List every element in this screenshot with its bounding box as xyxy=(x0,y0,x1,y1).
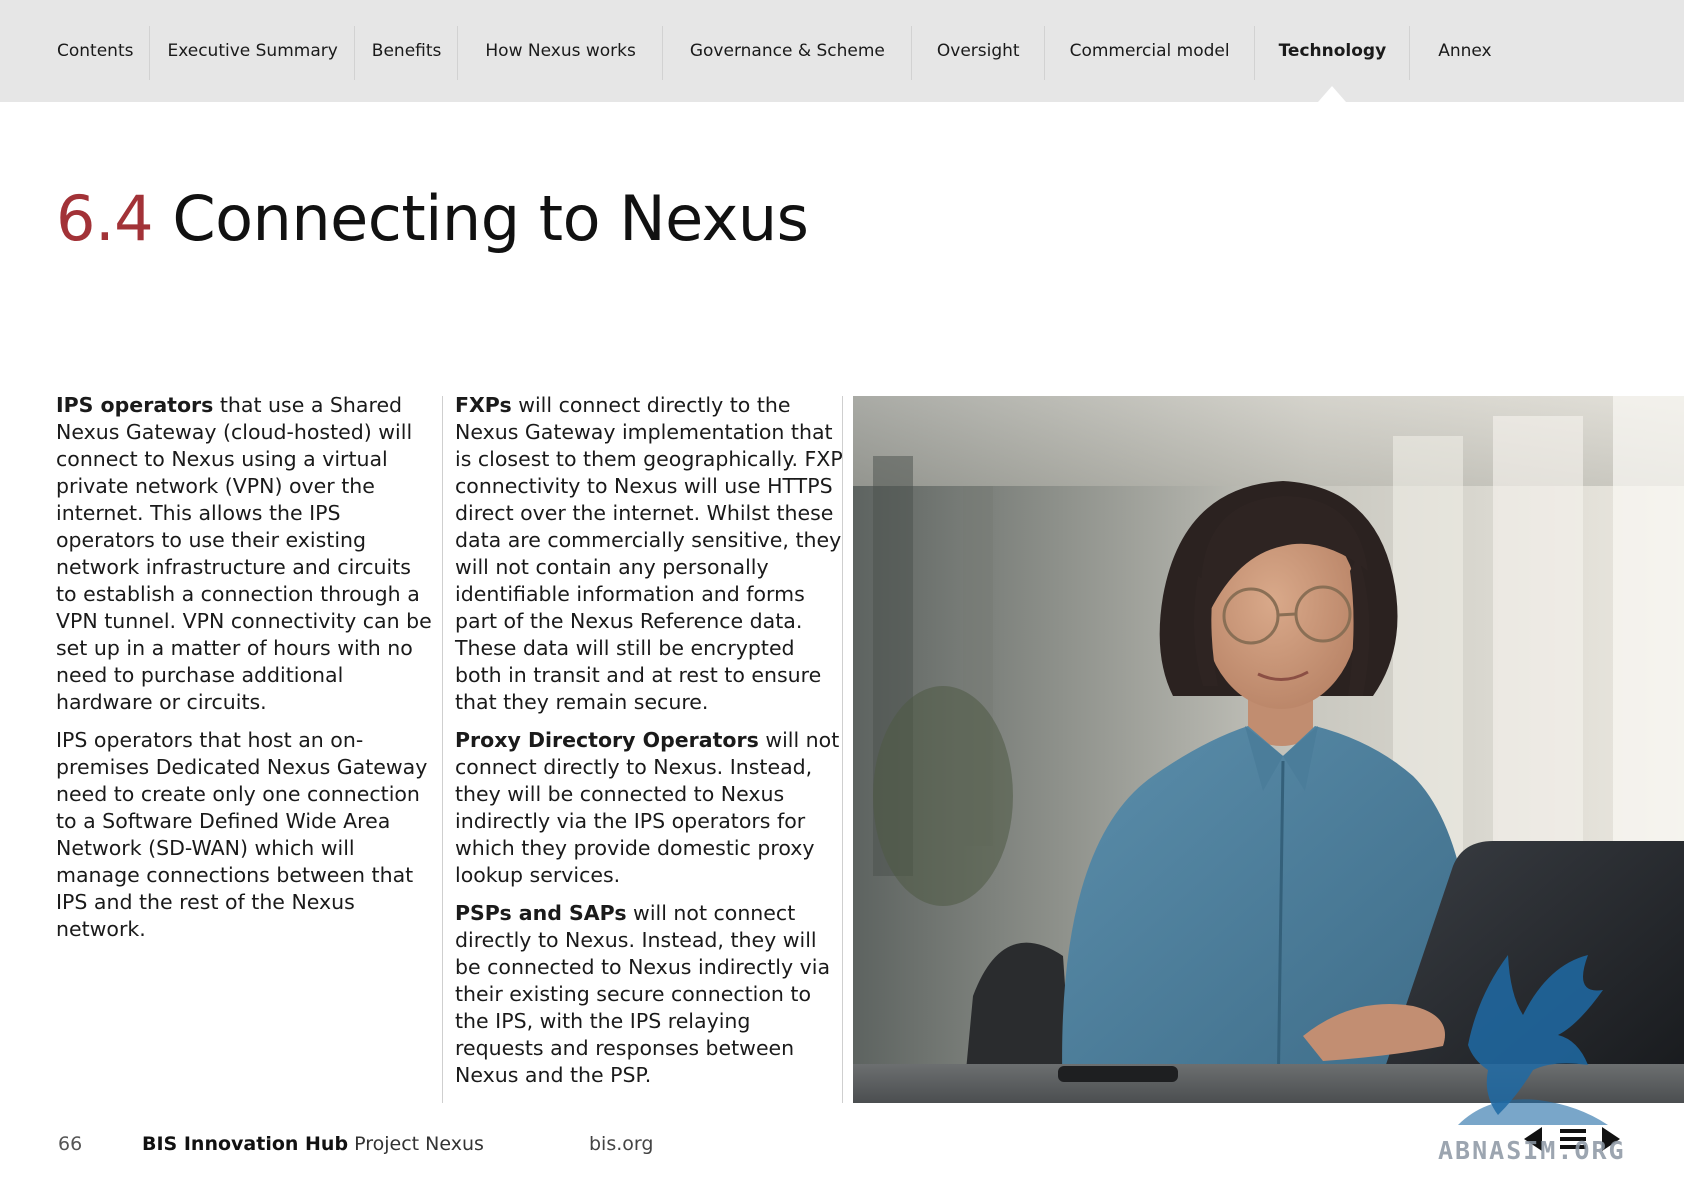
section-title: Connecting to Nexus xyxy=(172,182,809,255)
nav-item-label: Contents xyxy=(57,41,134,61)
term-ips-operators: IPS operators xyxy=(56,393,214,417)
nav-item-annex[interactable]: Annex xyxy=(1410,0,1508,102)
term-proxy-directory-operators: Proxy Directory Operators xyxy=(455,728,759,752)
page-number: 66 xyxy=(58,1133,83,1155)
nav-item-label: Commercial model xyxy=(1069,41,1230,61)
column-divider xyxy=(442,396,443,1103)
nav-item-label: Benefits xyxy=(371,41,442,61)
paragraph-text: IPS operators that host an on-premises D… xyxy=(56,728,428,941)
paragraph-text: that use a Shared Nexus Gateway (cloud-h… xyxy=(56,393,432,714)
column-divider xyxy=(842,396,843,1103)
paragraph: IPS operators that host an on-premises D… xyxy=(56,727,436,943)
paragraph: FXPs will connect directly to the Nexus … xyxy=(455,392,845,716)
term-fxps: FXPs xyxy=(455,393,512,417)
paragraph-text: will connect directly to the Nexus Gatew… xyxy=(455,393,843,714)
nav-item-label: Annex xyxy=(1438,41,1492,61)
text-column-1: IPS operators that use a Shared Nexus Ga… xyxy=(56,392,436,954)
term-psps-and-saps: PSPs and SAPs xyxy=(455,901,627,925)
nav-item-governance-scheme[interactable]: Governance & Scheme xyxy=(663,0,912,102)
paragraph: PSPs and SAPs will not connect directly … xyxy=(455,900,845,1089)
nav-item-label: Technology xyxy=(1278,41,1387,61)
nav-item-oversight[interactable]: Oversight xyxy=(912,0,1045,102)
brand-bold: BIS Innovation Hub xyxy=(142,1133,349,1155)
nav-item-label: How Nexus works xyxy=(485,41,636,61)
nav-item-technology[interactable]: Technology xyxy=(1255,0,1411,102)
nav-item-label: Oversight xyxy=(936,41,1020,61)
top-navigation: Contents Executive Summary Benefits How … xyxy=(0,0,1684,102)
nav-item-benefits[interactable]: Benefits xyxy=(355,0,459,102)
paragraph: IPS operators that use a Shared Nexus Ga… xyxy=(56,392,436,716)
text-column-2: FXPs will connect directly to the Nexus … xyxy=(455,392,845,1100)
section-number: 6.4 xyxy=(56,182,154,255)
watermark-bird-logo xyxy=(1458,955,1608,1125)
nav-item-label: Governance & Scheme xyxy=(689,41,885,61)
brand-text: Project Nexus xyxy=(348,1133,484,1155)
nav-item-contents[interactable]: Contents xyxy=(40,0,151,102)
paragraph: Proxy Directory Operators will not conne… xyxy=(455,727,845,889)
paragraph-text: will not connect directly to Nexus. Inst… xyxy=(455,901,831,1087)
nav-item-label: Executive Summary xyxy=(167,41,338,61)
nav-item-executive-summary[interactable]: Executive Summary xyxy=(150,0,355,102)
publication-name: BIS Innovation Hub Project Nexus xyxy=(142,1133,484,1155)
site-link[interactable]: bis.org xyxy=(589,1133,653,1155)
watermark-text: ABNASIM.ORG xyxy=(1438,1136,1626,1165)
nav-item-commercial-model[interactable]: Commercial model xyxy=(1045,0,1255,102)
nav-item-how-nexus-works[interactable]: How Nexus works xyxy=(458,0,663,102)
page-title: 6.4 Connecting to Nexus xyxy=(56,182,809,255)
